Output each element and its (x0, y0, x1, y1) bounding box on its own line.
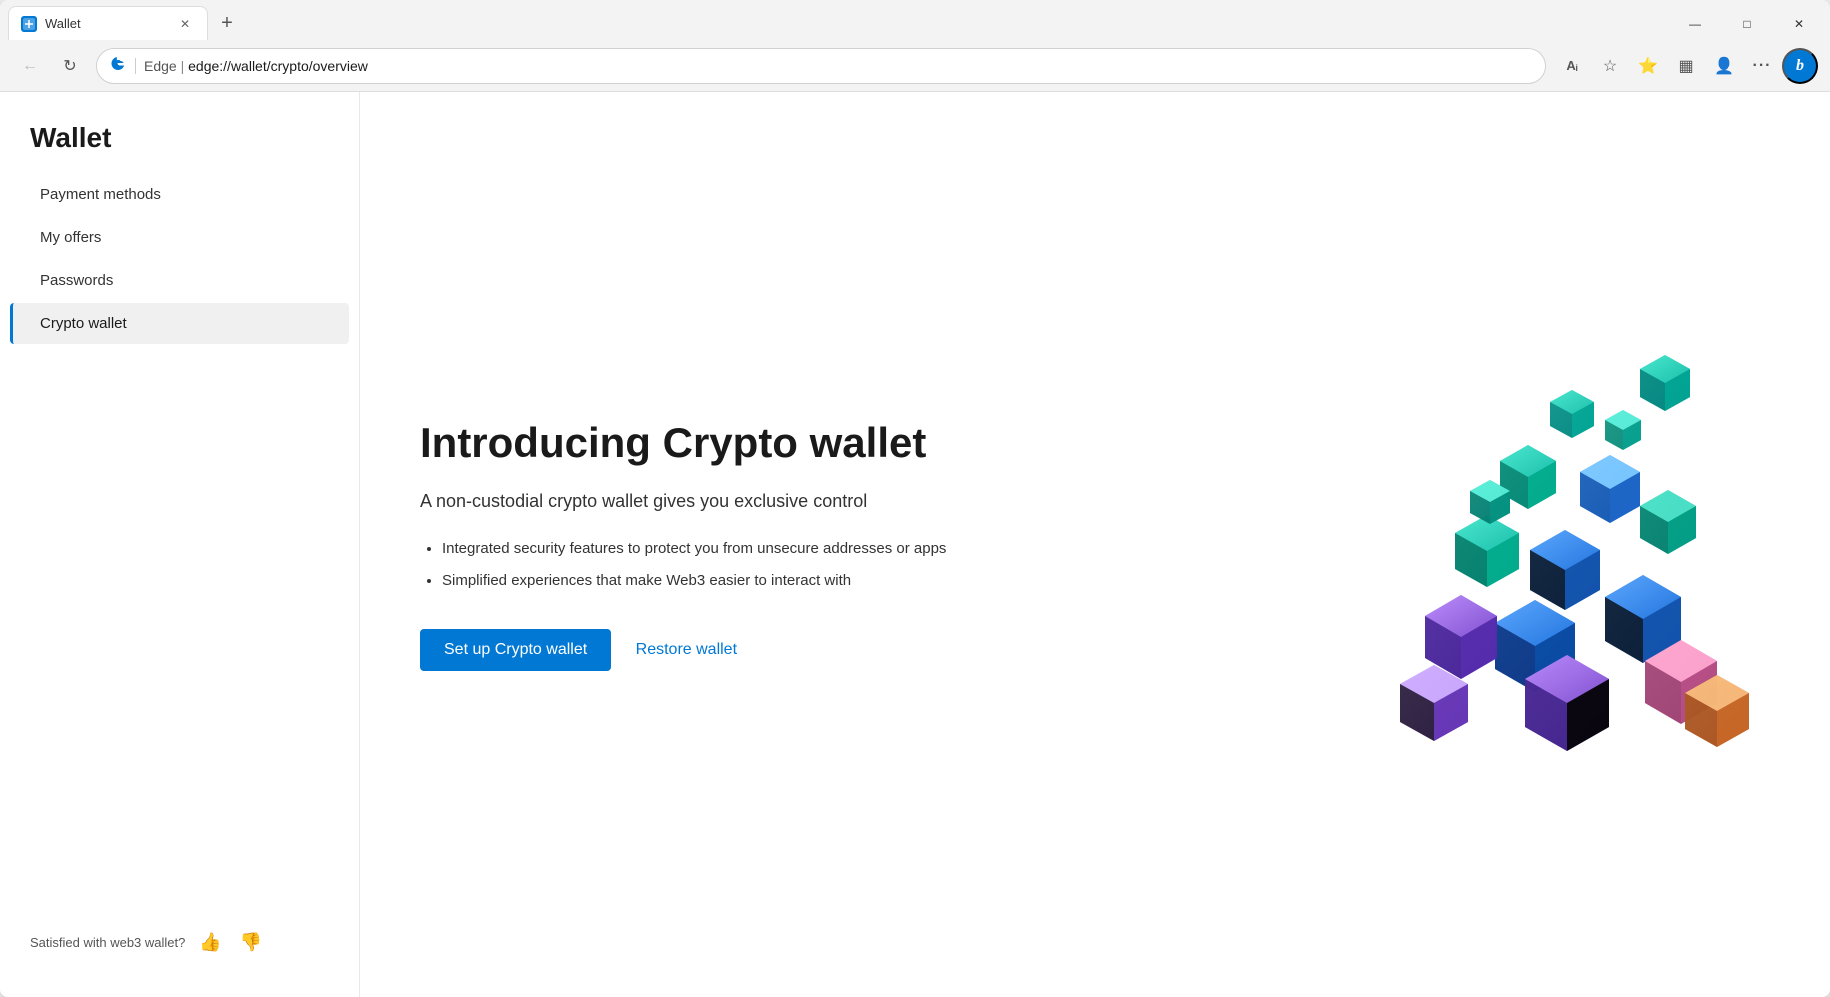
read-aloud-icon: Aᵢ (1566, 58, 1577, 73)
more-icon: ··· (1753, 57, 1772, 75)
sidebar-item-passwords[interactable]: Passwords (10, 260, 349, 301)
crypto-visual (1350, 335, 1770, 755)
restore-wallet-button[interactable]: Restore wallet (636, 641, 737, 659)
sidebar-footer: Satisfied with web3 wallet? 👍 👎 (0, 908, 359, 977)
thumbs-up-icon: 👍 (199, 932, 221, 952)
collections-icon: ▦ (1678, 56, 1693, 76)
thumbs-down-button[interactable]: 👎 (236, 928, 266, 957)
tab-favicon (21, 16, 37, 32)
main-heading: Introducing Crypto wallet (420, 418, 946, 468)
main-subtitle: A non-custodial crypto wallet gives you … (420, 489, 946, 514)
read-aloud-button[interactable]: Aᵢ (1554, 48, 1590, 84)
sidebar-item-my-offers[interactable]: My offers (10, 217, 349, 258)
profile-button[interactable]: 👤 (1706, 48, 1742, 84)
address-separator: | (181, 58, 189, 74)
window-controls: — □ ✕ (1672, 8, 1822, 40)
favorites-star-icon: ☆ (1603, 56, 1617, 76)
tab-close-button[interactable]: ✕ (175, 14, 195, 34)
tab-bar: Wallet ✕ + — □ ✕ (0, 0, 1830, 40)
feedback-label: Satisfied with web3 wallet? (30, 935, 185, 950)
thumbs-up-button[interactable]: 👍 (195, 928, 225, 957)
address-bar-divider (135, 58, 136, 74)
main-panel: Introducing Crypto wallet A non-custodia… (360, 92, 1830, 997)
feature-item-2: Simplified experiences that make Web3 ea… (442, 570, 946, 593)
crypto-cubes-illustration (1350, 335, 1770, 755)
feature-item-1: Integrated security features to protect … (442, 538, 946, 561)
edge-label: Edge (144, 58, 177, 74)
sidebar: Wallet Payment methods My offers Passwor… (0, 92, 360, 997)
favorites-button[interactable]: ☆ (1592, 48, 1628, 84)
back-icon: ← (22, 57, 38, 75)
edge-icon (109, 54, 127, 77)
address-bar[interactable]: Edge | edge://wallet/crypto/overview (96, 48, 1546, 84)
add-favorites-icon: ⭐ (1638, 56, 1658, 76)
maximize-button[interactable]: □ (1724, 8, 1770, 40)
refresh-icon: ↻ (63, 56, 76, 76)
feature-list: Integrated security features to protect … (420, 538, 946, 593)
action-buttons: Set up Crypto wallet Restore wallet (420, 629, 946, 671)
sidebar-item-payment-methods[interactable]: Payment methods (10, 174, 349, 215)
address-text: Edge | edge://wallet/crypto/overview (144, 58, 1533, 74)
sidebar-item-crypto-wallet[interactable]: Crypto wallet (10, 303, 349, 344)
address-url: edge://wallet/crypto/overview (188, 58, 368, 74)
refresh-button[interactable]: ↻ (52, 48, 88, 84)
active-tab[interactable]: Wallet ✕ (8, 6, 208, 40)
sidebar-title: Wallet (0, 112, 359, 174)
back-button[interactable]: ← (12, 48, 48, 84)
sidebar-nav: Payment methods My offers Passwords Cryp… (0, 174, 359, 344)
setup-crypto-wallet-button[interactable]: Set up Crypto wallet (420, 629, 611, 671)
add-to-favorites-button[interactable]: ⭐ (1630, 48, 1666, 84)
more-menu-button[interactable]: ··· (1744, 48, 1780, 84)
collections-button[interactable]: ▦ (1668, 48, 1704, 84)
profile-icon: 👤 (1714, 56, 1734, 76)
tab-title: Wallet (45, 16, 167, 31)
browser-frame: Wallet ✕ + — □ ✕ ← ↻ Edge | (0, 0, 1830, 997)
toolbar: ← ↻ Edge | edge://wallet/crypto/overview… (0, 40, 1830, 92)
content-left: Introducing Crypto wallet A non-custodia… (420, 418, 946, 671)
new-tab-button[interactable]: + (210, 6, 244, 40)
minimize-button[interactable]: — (1672, 8, 1718, 40)
thumbs-down-icon: 👎 (240, 932, 262, 952)
bing-icon: b (1796, 57, 1804, 75)
content-area: Wallet Payment methods My offers Passwor… (0, 92, 1830, 997)
toolbar-right: Aᵢ ☆ ⭐ ▦ 👤 ··· b (1554, 48, 1818, 84)
close-button[interactable]: ✕ (1776, 8, 1822, 40)
bing-button[interactable]: b (1782, 48, 1818, 84)
feedback-row: Satisfied with web3 wallet? 👍 👎 (30, 928, 329, 957)
